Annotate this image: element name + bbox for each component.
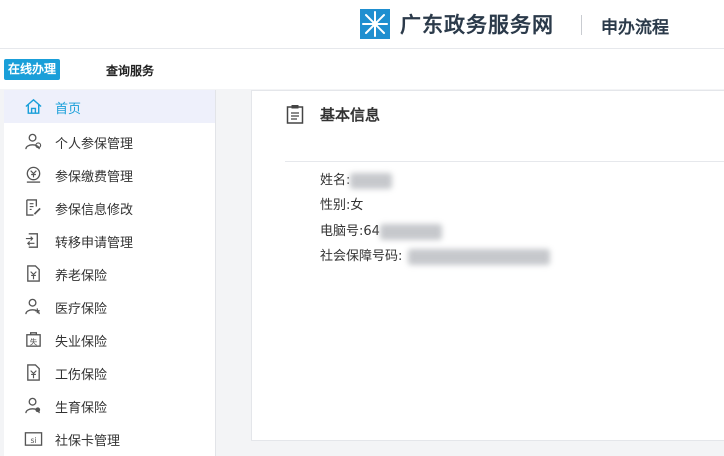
sidebar-item-transfer[interactable]: 转移申请管理 [4, 224, 215, 257]
payment-icon [26, 166, 41, 183]
edit-document-icon [26, 199, 41, 216]
name-row: 姓名: [320, 169, 393, 189]
ssn-row: 社会保障号码: [320, 245, 551, 265]
basic-info-title: 基本信息 [320, 106, 381, 124]
name-label: 姓名: [320, 173, 351, 188]
sidebar-item-maternity[interactable]: 生育保险 [4, 389, 215, 422]
snowflake-logo-icon [360, 9, 390, 39]
basic-info-panel: 基本信息 姓名: 性别:女 电脑号:64 社会保障号码: [251, 90, 724, 441]
person-icon [25, 133, 42, 150]
ssn-value-redacted [408, 248, 551, 265]
service-tabs: 在线办理 查询服务 [0, 49, 724, 89]
clipboard-icon [286, 105, 304, 124]
pension-icon [27, 265, 40, 282]
svg-text:失: 失 [30, 336, 38, 346]
section-title[interactable]: 申办流程 [601, 13, 669, 38]
tab-online-service[interactable]: 在线办理 [4, 59, 61, 80]
sidebar-item-si-card[interactable]: si 社保卡管理 [4, 422, 215, 455]
ssn-label: 社会保障号码: [320, 249, 403, 264]
sidebar-item-label: 参保缴费管理 [55, 170, 134, 185]
sidebar-item-label: 参保信息修改 [55, 203, 134, 218]
transfer-icon [25, 233, 38, 248]
top-header: 广东政务服务网 申办流程 [0, 0, 724, 49]
medical-icon [25, 298, 40, 315]
sidebar-item-info-modify[interactable]: 参保信息修改 [4, 191, 215, 224]
gender-row: 性别:女 [320, 194, 363, 213]
sidebar-item-label: 社保卡管理 [55, 434, 121, 449]
sidebar-item-label: 转移申请管理 [55, 236, 134, 251]
home-icon [25, 98, 42, 114]
sidebar-item-injury[interactable]: 工伤保险 [4, 356, 215, 389]
sidebar-item-personal-insurance[interactable]: 个人参保管理 [4, 125, 215, 158]
svg-text:si: si [30, 436, 36, 445]
sidebar: 首页 个人参保管理 参保缴费管理 参保信息修改 转移申请管理 养老保险 医疗保险… [4, 90, 216, 456]
sidebar-item-label: 生育保险 [55, 401, 108, 416]
computer-number-row: 电脑号:64 [320, 220, 442, 240]
sidebar-item-label: 首页 [55, 102, 82, 117]
computer-number-prefix: 64 [363, 224, 380, 239]
sidebar-item-label: 工伤保险 [55, 368, 108, 383]
site-title: 广东政务服务网 [400, 12, 554, 37]
computer-number-redacted [379, 223, 442, 240]
tab-query-service[interactable]: 查询服务 [106, 62, 154, 79]
sidebar-item-label: 失业保险 [55, 335, 108, 350]
sidebar-item-payment[interactable]: 参保缴费管理 [4, 158, 215, 191]
sidebar-item-pension[interactable]: 养老保险 [4, 257, 215, 290]
unemployment-icon: 失 [26, 332, 41, 347]
maternity-icon [25, 397, 41, 414]
gender-value: 女 [350, 198, 364, 213]
title-divider [285, 161, 724, 162]
si-card-icon: si [24, 432, 43, 446]
sidebar-item-medical[interactable]: 医疗保险 [4, 290, 215, 323]
sidebar-item-home[interactable]: 首页 [4, 90, 215, 123]
sidebar-item-unemployment[interactable]: 失 失业保险 [4, 323, 215, 356]
header-divider [581, 15, 582, 35]
name-value-redacted [350, 172, 393, 189]
gender-label: 性别: [320, 198, 351, 213]
computer-number-label: 电脑号: [320, 224, 364, 239]
sidebar-item-label: 养老保险 [55, 269, 108, 284]
sidebar-item-label: 个人参保管理 [55, 137, 134, 152]
injury-icon [27, 364, 40, 381]
sidebar-item-label: 医疗保险 [55, 302, 108, 317]
